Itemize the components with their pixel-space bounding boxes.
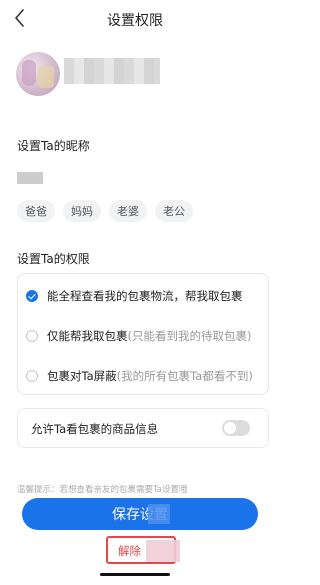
permission-option-pickup-only[interactable]: 仅能帮我取包裹 (只能看到我的待取包裹) [26,328,251,344]
radio-unchecked-icon [26,330,38,342]
permission-section-label: 设置Ta的权限 [17,252,90,266]
option-label: 能全程查看我的包裹物流，帮我取包裹 [47,289,243,303]
radio-checked-icon [26,290,38,302]
redacted-name [64,58,160,84]
option-hint: (我的所有包裹Ta都看不到) [116,369,253,383]
home-indicator [100,573,170,576]
save-button[interactable]: 保存设置 [22,498,258,530]
nickname-section-label: 设置Ta的昵称 [17,139,90,153]
permission-options-card: 能全程查看我的包裹物流，帮我取包裹 仅能帮我取包裹 (只能看到我的待取包裹) 包… [17,273,269,395]
redaction-mask [146,540,180,562]
tip-text: 温馨提示：若想查看亲友的包裹需要Ta设置哦 [17,485,188,495]
redaction-mask [148,504,170,524]
page-title: 设置权限 [107,13,163,29]
toggle-knob [224,422,236,434]
nickname-chip[interactable]: 老婆 [109,200,147,222]
nickname-chip[interactable]: 爸爸 [17,200,55,222]
option-hint: (只能看到我的待取包裹) [127,329,252,343]
option-label: 仅能帮我取包裹 [47,329,128,343]
nickname-chip[interactable]: 妈妈 [63,200,101,222]
avatar-image-part [22,60,36,86]
avatar [16,52,60,96]
permission-option-full[interactable]: 能全程查看我的包裹物流，帮我取包裹 [26,288,243,304]
goods-info-label: 允许Ta看包裹的商品信息 [31,422,159,436]
nickname-chip[interactable]: 老公 [155,200,193,222]
goods-info-toggle[interactable] [222,420,250,436]
radio-unchecked-icon [26,370,38,382]
nickname-chip-list: 爸爸 妈妈 老婆 老公 [17,200,193,222]
option-label: 包裹对Ta屏蔽 [47,369,117,383]
nav-bar: 设置权限 [0,0,270,36]
avatar-image-part [38,66,54,88]
unbind-label: 解除 [118,544,141,558]
redacted-nickname [17,172,43,184]
goods-info-setting: 允许Ta看包裹的商品信息 [17,408,269,448]
permission-option-hidden[interactable]: 包裹对Ta屏蔽 (我的所有包裹Ta都看不到) [26,368,253,384]
